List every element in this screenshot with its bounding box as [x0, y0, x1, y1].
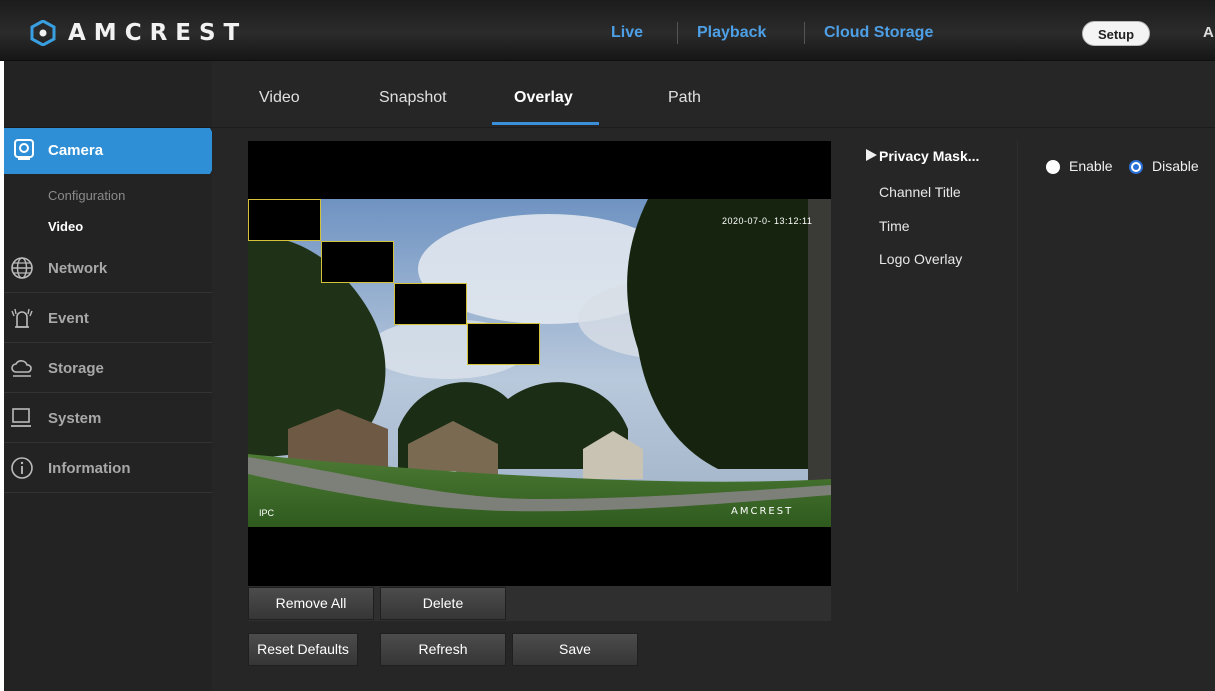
tab-snapshot[interactable]: Snapshot: [379, 89, 447, 107]
storage-cloud-icon: [11, 360, 32, 377]
nav-playback[interactable]: Playback: [697, 24, 766, 42]
video-preview[interactable]: 2020-07-0- 13:12:11 IPC AMCREST: [248, 141, 831, 621]
disable-label: Disable: [1152, 158, 1199, 174]
active-tab-indicator: [492, 122, 599, 125]
nav-live[interactable]: Live: [611, 24, 643, 42]
brand-logo: AMCREST: [30, 18, 247, 48]
menu-item-channel-title[interactable]: Channel Title: [879, 184, 961, 200]
sidebar-item-information[interactable]: Information: [4, 443, 212, 493]
sidebar-item-network[interactable]: Network: [4, 243, 212, 293]
amcrest-logo-icon: [30, 20, 56, 46]
privacy-mask-region[interactable]: [321, 241, 394, 283]
delete-button[interactable]: Delete: [380, 587, 506, 620]
tab-path[interactable]: Path: [668, 89, 701, 107]
refresh-button[interactable]: Refresh: [380, 633, 506, 666]
event-bell-icon: [11, 308, 33, 328]
enable-label: Enable: [1069, 158, 1113, 174]
privacy-mask-region[interactable]: [467, 323, 540, 365]
tab-bar: Video Snapshot Overlay Path: [212, 61, 1215, 128]
sidebar-item-label: Camera: [48, 142, 104, 159]
nav-setup-button[interactable]: Setup: [1082, 21, 1150, 46]
sidebar-item-storage[interactable]: Storage: [4, 343, 212, 393]
system-monitor-icon: [11, 408, 31, 427]
nav-truncated-item[interactable]: A: [1203, 24, 1214, 41]
disable-radio[interactable]: [1129, 160, 1143, 174]
selected-arrow-icon: [866, 149, 877, 161]
sidebar-subitem-configuration[interactable]: Configuration: [48, 188, 125, 203]
sidebar-item-label: System: [48, 410, 102, 427]
tab-overlay[interactable]: Overlay: [514, 89, 573, 107]
video-timestamp: 2020-07-0- 13:12:11: [722, 216, 813, 226]
top-bar: AMCREST Live Playback Cloud Storage Setu…: [0, 0, 1215, 61]
nav-divider: [677, 22, 678, 44]
privacy-mask-region[interactable]: [248, 199, 321, 241]
menu-item-logo-overlay[interactable]: Logo Overlay: [879, 251, 962, 267]
sidebar-item-label: Storage: [48, 360, 104, 377]
sidebar-item-system[interactable]: System: [4, 393, 212, 443]
remove-all-button[interactable]: Remove All: [248, 587, 374, 620]
menu-item-privacy-mask[interactable]: Privacy Mask...: [879, 148, 979, 164]
logo-watermark: AMCREST: [731, 506, 794, 517]
camera-icon: [14, 139, 34, 160]
sidebar-item-label: Event: [48, 310, 89, 327]
nav-divider: [804, 22, 805, 44]
active-item-highlight: [4, 128, 222, 174]
sidebar-header: [4, 61, 212, 128]
privacy-mask-region[interactable]: [394, 283, 467, 325]
sidebar-item-camera[interactable]: Camera: [4, 128, 222, 174]
menu-item-time[interactable]: Time: [879, 218, 910, 234]
save-button[interactable]: Save: [512, 633, 638, 666]
sidebar-item-label: Information: [48, 460, 131, 477]
sidebar-subitem-video[interactable]: Video: [48, 219, 83, 234]
brand-name: AMCREST: [68, 20, 248, 46]
menu-divider: [1017, 141, 1018, 591]
channel-title-overlay: IPC: [259, 508, 275, 518]
mask-button-strip: Remove All Delete: [248, 586, 831, 621]
sidebar: Camera Configuration Video Network Event…: [4, 61, 222, 691]
tab-video[interactable]: Video: [259, 89, 300, 107]
sidebar-item-label: Network: [48, 260, 108, 277]
network-globe-icon: [11, 257, 33, 279]
main-content: Video Snapshot Overlay Path 2020-07-0- 1…: [212, 61, 1215, 691]
nav-cloud-storage[interactable]: Cloud Storage: [824, 24, 933, 42]
sidebar-item-event[interactable]: Event: [4, 293, 212, 343]
reset-defaults-button[interactable]: Reset Defaults: [248, 633, 358, 666]
information-icon: [11, 457, 33, 479]
enable-radio[interactable]: [1046, 160, 1060, 174]
